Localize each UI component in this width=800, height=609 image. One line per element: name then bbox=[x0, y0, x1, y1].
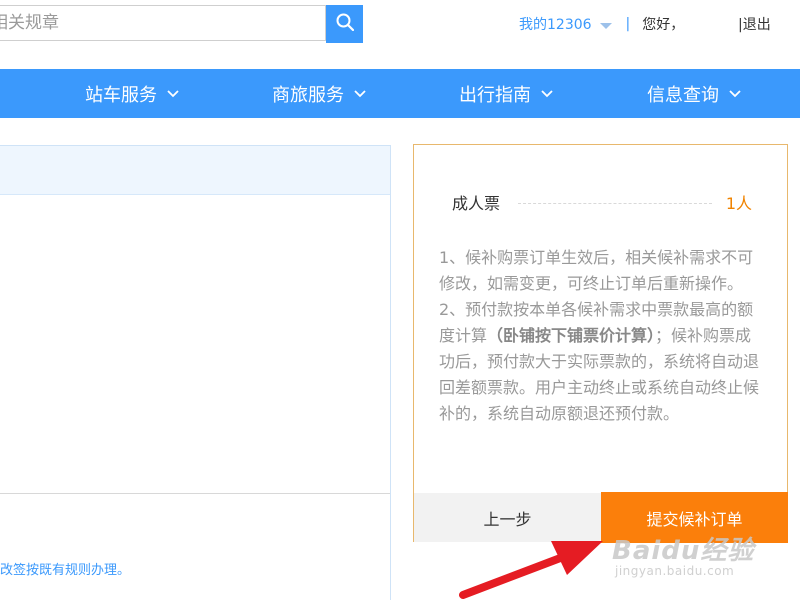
order-details-panel: 改签按既有规则办理。 bbox=[0, 145, 391, 600]
watermark-logo: Baidu经验 bbox=[612, 536, 755, 566]
chevron-down-icon bbox=[729, 89, 741, 98]
nav-item-label: 信息查询 bbox=[647, 84, 719, 106]
nav-item-label: 站车服务 bbox=[85, 84, 157, 106]
dotted-leader bbox=[518, 202, 712, 204]
logout-link[interactable]: 退出 bbox=[743, 17, 771, 33]
rule-1: 1、候补购票订单生效后，相关候补需求不可修改，如需变更，可终止订单后重新操作。 bbox=[439, 248, 754, 293]
nav-item-business-service[interactable]: 商旅服务 bbox=[272, 69, 366, 118]
nav-item-station-service[interactable]: 站车服务 bbox=[85, 69, 179, 118]
nav-item-info-query[interactable]: 信息查询 bbox=[647, 69, 741, 118]
ticket-type: 成人票 bbox=[452, 194, 501, 213]
chevron-down-icon[interactable] bbox=[599, 23, 612, 29]
search-button[interactable] bbox=[326, 5, 363, 43]
chevron-down-icon bbox=[354, 89, 366, 98]
change-rule-note: 改签按既有规则办理。 bbox=[0, 563, 131, 578]
chevron-down-icon bbox=[167, 89, 179, 98]
nav-item-label: 商旅服务 bbox=[272, 84, 344, 106]
my-account-link[interactable]: 我的12306 bbox=[519, 14, 592, 34]
baidu-jingyan-watermark: Baidu经验 jingyan.baidu.com bbox=[612, 530, 792, 590]
chevron-down-icon bbox=[541, 89, 553, 98]
rule-2-emphasis: （卧铺按下铺票价计算） bbox=[487, 326, 656, 345]
panel-header bbox=[0, 146, 390, 195]
main-nav: 站车服务 商旅服务 出行指南 信息查询 bbox=[0, 69, 800, 118]
nav-item-travel-guide[interactable]: 出行指南 bbox=[459, 69, 553, 118]
divider: | bbox=[625, 16, 631, 32]
divider bbox=[0, 493, 390, 494]
rule-2: 2、预付款按本单各候补需求中票款最高的额度计算（卧铺按下铺票价计算）；候补购票成… bbox=[439, 297, 759, 427]
ticket-count: 1人 bbox=[725, 194, 752, 213]
ticket-summary-row: 成人票 1人 bbox=[452, 191, 752, 213]
waitlist-rules: 1、候补购票订单生效后，相关候补需求不可修改，如需变更，可终止订单后重新操作。 … bbox=[439, 245, 759, 427]
watermark-url: jingyan.baidu.com bbox=[615, 564, 735, 578]
search-icon bbox=[336, 13, 354, 35]
top-links: 我的12306 | 您好， bbox=[519, 14, 684, 34]
order-summary-panel: 成人票 1人 1、候补购票订单生效后，相关候补需求不可修改，如需变更，可终止订单… bbox=[413, 144, 788, 543]
annotation-arrow-icon bbox=[455, 535, 615, 609]
nav-item-label: 出行指南 bbox=[459, 84, 531, 106]
logout-area: |退出 bbox=[738, 14, 771, 34]
search-input[interactable] bbox=[0, 6, 316, 40]
greeting: 您好， bbox=[642, 17, 685, 33]
search-box bbox=[0, 5, 326, 41]
